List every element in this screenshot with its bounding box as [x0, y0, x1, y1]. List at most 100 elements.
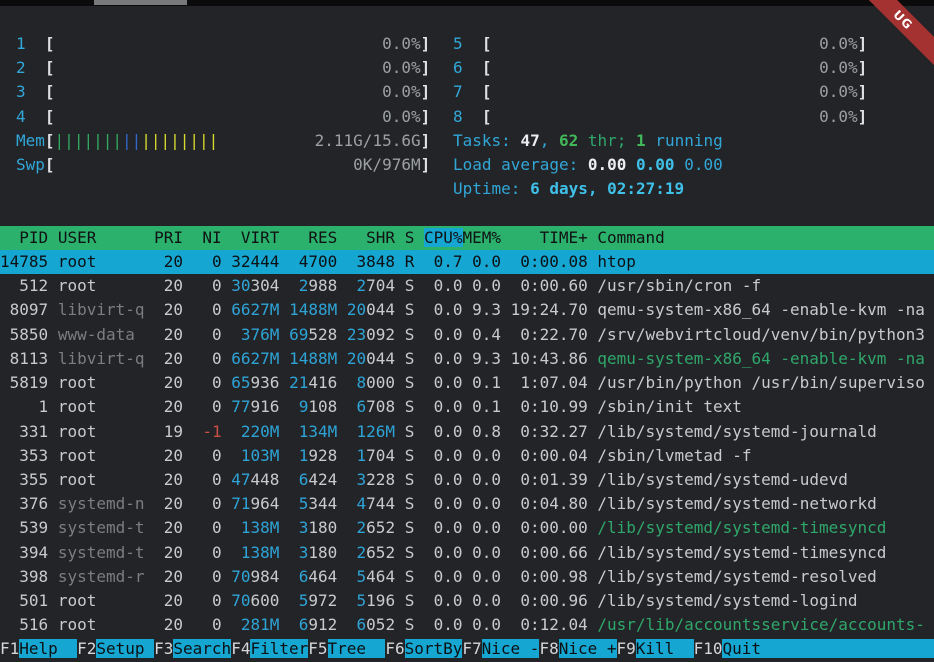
text-segment: [395, 325, 405, 344]
time-cell: 0:00.08: [501, 252, 588, 271]
meter-close-bracket: ]: [858, 107, 868, 126]
user-cell: libvirt-q: [58, 300, 145, 319]
process-row-5819[interactable]: 5819 root 20 0 65936 21416 8000 S 0.0 0.…: [0, 371, 934, 395]
process-row-516[interactable]: 516 root 20 0 281M 6912 6052 S 0.0 0.0 0…: [0, 613, 934, 637]
column-header-command[interactable]: Command: [597, 228, 664, 247]
function-key-bar: F1Help F2Setup F3SearchF4FilterF5Tree F6…: [0, 637, 934, 661]
text-segment: [395, 252, 405, 271]
fn-f8[interactable]: F8Nice +: [539, 639, 616, 658]
text-segment: [337, 591, 347, 610]
process-row-8113[interactable]: 8113 libvirt-q 20 0 6627M 1488M 20044 S …: [0, 347, 934, 371]
process-row-398[interactable]: 398 systemd-r 20 0 70984 6464 5464 S 0.0…: [0, 565, 934, 589]
text-segment: [48, 373, 58, 392]
process-row-501[interactable]: 501 root 20 0 70600 5972 5196 S 0.0 0.0 …: [0, 589, 934, 613]
user-cell: root: [58, 446, 145, 465]
mem-buffer-pipes: ||: [122, 131, 141, 150]
column-header-pri[interactable]: PRI: [154, 228, 183, 247]
time-cell: 0:00.98: [501, 567, 588, 586]
shr-cell: 23: [347, 325, 366, 344]
fn-f9[interactable]: F9Kill: [617, 639, 694, 658]
fn-f5[interactable]: F5Tree: [308, 639, 385, 658]
text-segment: [289, 518, 299, 537]
text-segment: [222, 615, 232, 634]
process-row-355[interactable]: 355 root 20 0 47448 6424 3228 S 0.0 0.0 …: [0, 468, 934, 492]
meter-open-bracket: [: [482, 107, 492, 126]
virt-cell: 77: [231, 397, 250, 416]
column-header-cpu[interactable]: CPU%: [424, 228, 463, 247]
fn-f10[interactable]: F10Quit: [694, 639, 934, 658]
time-cell: 10:43.86: [501, 349, 588, 368]
column-header-shr[interactable]: SHR: [347, 228, 395, 247]
text-segment: [222, 470, 232, 489]
blank-line: [0, 202, 934, 226]
text-segment: [145, 373, 155, 392]
pid-cell: 512: [0, 276, 48, 295]
fn-f6[interactable]: F6SortBy: [385, 639, 462, 658]
text-segment: [414, 228, 424, 247]
process-row-376[interactable]: 376 systemd-n 20 0 71964 5344 4744 S 0.0…: [0, 492, 934, 516]
text-segment: [231, 615, 241, 634]
state-cell: S: [405, 518, 415, 537]
res-cell: 2: [299, 276, 309, 295]
virt-cell: 6627M: [231, 349, 279, 368]
command-cell: /usr/sbin/cron -f: [597, 276, 761, 295]
column-header-res[interactable]: RES: [289, 228, 337, 247]
fn-f4[interactable]: F4Filter: [231, 639, 308, 658]
time-cell: 0:00.00: [501, 518, 588, 537]
column-header-pid[interactable]: PID: [0, 228, 48, 247]
process-row-331[interactable]: 331 root 19 -1 220M 134M 126M S 0.0 0.8 …: [0, 420, 934, 444]
text-segment: [588, 349, 598, 368]
pid-cell: 5850: [0, 325, 48, 344]
column-header-ni[interactable]: NI: [193, 228, 222, 247]
process-row-8097[interactable]: 8097 libvirt-q 20 0 6627M 1488M 20044 S …: [0, 298, 934, 322]
state-cell: S: [405, 567, 415, 586]
fn-key-label: F4: [231, 639, 250, 658]
fn-f1[interactable]: F1Help: [0, 639, 77, 658]
fn-f3[interactable]: F3Search: [154, 639, 231, 658]
cpu-meter-value: 0.0%: [55, 58, 421, 77]
text-segment: [588, 494, 598, 513]
virt-cell: 32444: [231, 252, 279, 271]
text-segment: 704: [366, 446, 395, 465]
fn-f2[interactable]: F2Setup: [77, 639, 154, 658]
process-row-539[interactable]: 539 systemd-t 20 0 138M 3180 2652 S 0.0 …: [0, 516, 934, 540]
meter-line: 4 [ 0.0%]8 [ 0.0%]: [0, 105, 934, 129]
column-header-mem[interactable]: MEM%: [463, 228, 502, 247]
column-header-s[interactable]: S: [405, 228, 415, 247]
text-segment: 600: [251, 591, 280, 610]
process-row-512[interactable]: 512 root 20 0 30304 2988 2704 S 0.0 0.0 …: [0, 274, 934, 298]
text-segment: 972: [308, 591, 337, 610]
nice-cell: 0: [193, 349, 222, 368]
shr-cell: 20: [347, 300, 366, 319]
process-row-1[interactable]: 1 root 20 0 77916 9108 6708 S 0.0 0.1 0:…: [0, 395, 934, 419]
meter-line: Swp[ 0K/976M]Load average: 0.00 0.00 0.0…: [0, 153, 934, 177]
text-segment: [395, 567, 405, 586]
process-row-394[interactable]: 394 systemd-t 20 0 138M 3180 2652 S 0.0 …: [0, 541, 934, 565]
fn-f7[interactable]: F7Nice -: [462, 639, 539, 658]
process-row-14785[interactable]: 14785 root 20 0 32444 4700 3848 R 0.7 0.…: [0, 250, 934, 274]
text-segment: [588, 615, 598, 634]
column-header-time[interactable]: TIME+: [501, 228, 588, 247]
window-top-strip-segment: [94, 0, 187, 5]
text-segment: [222, 397, 232, 416]
shr-cell: 5: [357, 591, 367, 610]
text-segment: [414, 470, 424, 489]
shr-cell: 2: [357, 276, 367, 295]
mem-meter-value: 2.11G/15.6G: [218, 131, 420, 150]
text-segment: 464: [366, 567, 395, 586]
text-segment: 708: [366, 397, 395, 416]
htop-terminal: 1 [ 0.0%]5 [ 0.0%]2 [ 0.0%]6 [ 0.0%]3 [: [0, 6, 934, 662]
text-segment: [588, 397, 598, 416]
column-header-user[interactable]: USER: [58, 228, 145, 247]
text-segment: [279, 518, 289, 537]
virt-cell: 65: [231, 373, 250, 392]
text-segment: [337, 325, 347, 344]
running-count: 1: [636, 131, 646, 150]
text-segment: [279, 397, 289, 416]
mem-used-pipes: |||||||: [55, 131, 122, 150]
text-segment: [347, 276, 357, 295]
process-row-353[interactable]: 353 root 20 0 103M 1928 1704 S 0.0 0.0 0…: [0, 444, 934, 468]
column-header-virt[interactable]: VIRT: [231, 228, 279, 247]
process-row-5850[interactable]: 5850 www-data 20 0 376M 69528 23092 S 0.…: [0, 323, 934, 347]
text-segment: [588, 470, 598, 489]
